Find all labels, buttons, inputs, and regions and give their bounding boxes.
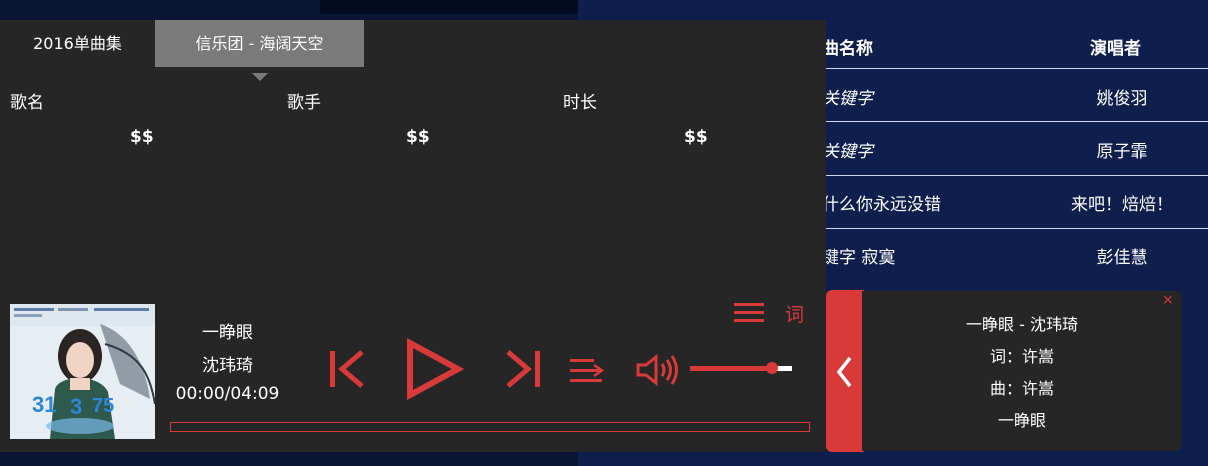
column-header-name: 歌名 xyxy=(10,93,44,113)
song-list-table: 曲名称 演唱者 关键字 姚俊羽 关键字 原子霏 什么你永远没错 来吧！焙焙！ 键… xyxy=(800,0,1208,290)
lyrics-panel: × 一睁眼 - 沈玮琦 词：许嵩 曲：许嵩 一睁眼 xyxy=(862,291,1182,451)
column-header-singer: 歌手 xyxy=(287,93,321,113)
column-header-duration: 时长 xyxy=(563,93,597,113)
song-list-row-artist[interactable]: 彭佳慧 xyxy=(1040,243,1204,268)
tab-2016-singles[interactable]: 2016单曲集 xyxy=(0,20,155,67)
song-list-row-artist[interactable]: 姚俊羽 xyxy=(1040,84,1204,109)
volume-slider-track[interactable] xyxy=(690,366,772,371)
tab-indicator-icon xyxy=(252,73,268,81)
lyric-line: 一睁眼 xyxy=(997,411,1046,430)
lyric-line: 曲：许嵩 xyxy=(989,379,1054,398)
svg-text:75: 75 xyxy=(92,395,114,417)
song-list-row-name[interactable]: 关键字 xyxy=(822,137,873,162)
shuffle-icon[interactable] xyxy=(570,356,605,390)
placeholder-singer: $$ xyxy=(406,127,430,147)
divider xyxy=(800,121,1208,122)
progress-bar[interactable] xyxy=(170,422,810,432)
background-band xyxy=(320,0,578,14)
skip-previous-icon[interactable] xyxy=(328,349,366,393)
now-playing-artist: 沈玮琦 xyxy=(202,356,253,376)
playlist-menu-icon[interactable] xyxy=(734,302,764,328)
lyric-line: 词：许嵩 xyxy=(989,347,1054,366)
play-icon[interactable] xyxy=(404,337,465,404)
album-cover-art: 31 3 75 xyxy=(10,304,155,439)
song-list-row-name[interactable]: 什么你永远没错 xyxy=(822,190,941,215)
column-header-song-name: 曲名称 xyxy=(822,39,873,59)
column-header-artist: 演唱者 xyxy=(1090,39,1141,59)
lyrics-toggle-button[interactable]: 词 xyxy=(785,300,804,327)
lyric-line: 一睁眼 - 沈玮琦 xyxy=(966,315,1078,334)
close-icon[interactable]: × xyxy=(1162,292,1174,308)
svg-text:31: 31 xyxy=(32,392,56,417)
song-list-row-artist[interactable]: 来吧！焙焙！ xyxy=(1040,190,1204,215)
album-cover: 31 3 75 xyxy=(10,304,155,439)
song-list-row-name[interactable]: 键字 寂寞 xyxy=(822,243,895,268)
chevron-left-icon xyxy=(836,356,852,388)
placeholder-duration: $$ xyxy=(684,127,708,147)
placeholder-name: $$ xyxy=(130,127,154,147)
skip-next-icon[interactable] xyxy=(504,349,544,393)
lyrics-panel-collapse-button[interactable] xyxy=(826,290,864,452)
divider xyxy=(800,228,1208,229)
song-list-row-artist[interactable]: 原子霏 xyxy=(1040,137,1204,162)
volume-icon[interactable] xyxy=(636,353,680,390)
volume-slider-handle[interactable] xyxy=(766,362,778,374)
tab-now-playing-album[interactable]: 信乐团 - 海阔天空 xyxy=(155,20,364,67)
music-player: 2016单曲集 信乐团 - 海阔天空 歌名 歌手 时长 $$ $$ $$ 31 … xyxy=(0,20,826,452)
now-playing-time: 00:00/04:09 xyxy=(175,384,280,404)
divider xyxy=(800,175,1208,176)
now-playing-title: 一睁眼 xyxy=(202,323,253,343)
song-list-row-name[interactable]: 关键字 xyxy=(822,84,873,109)
svg-text:3: 3 xyxy=(70,394,82,419)
divider xyxy=(800,68,1208,69)
